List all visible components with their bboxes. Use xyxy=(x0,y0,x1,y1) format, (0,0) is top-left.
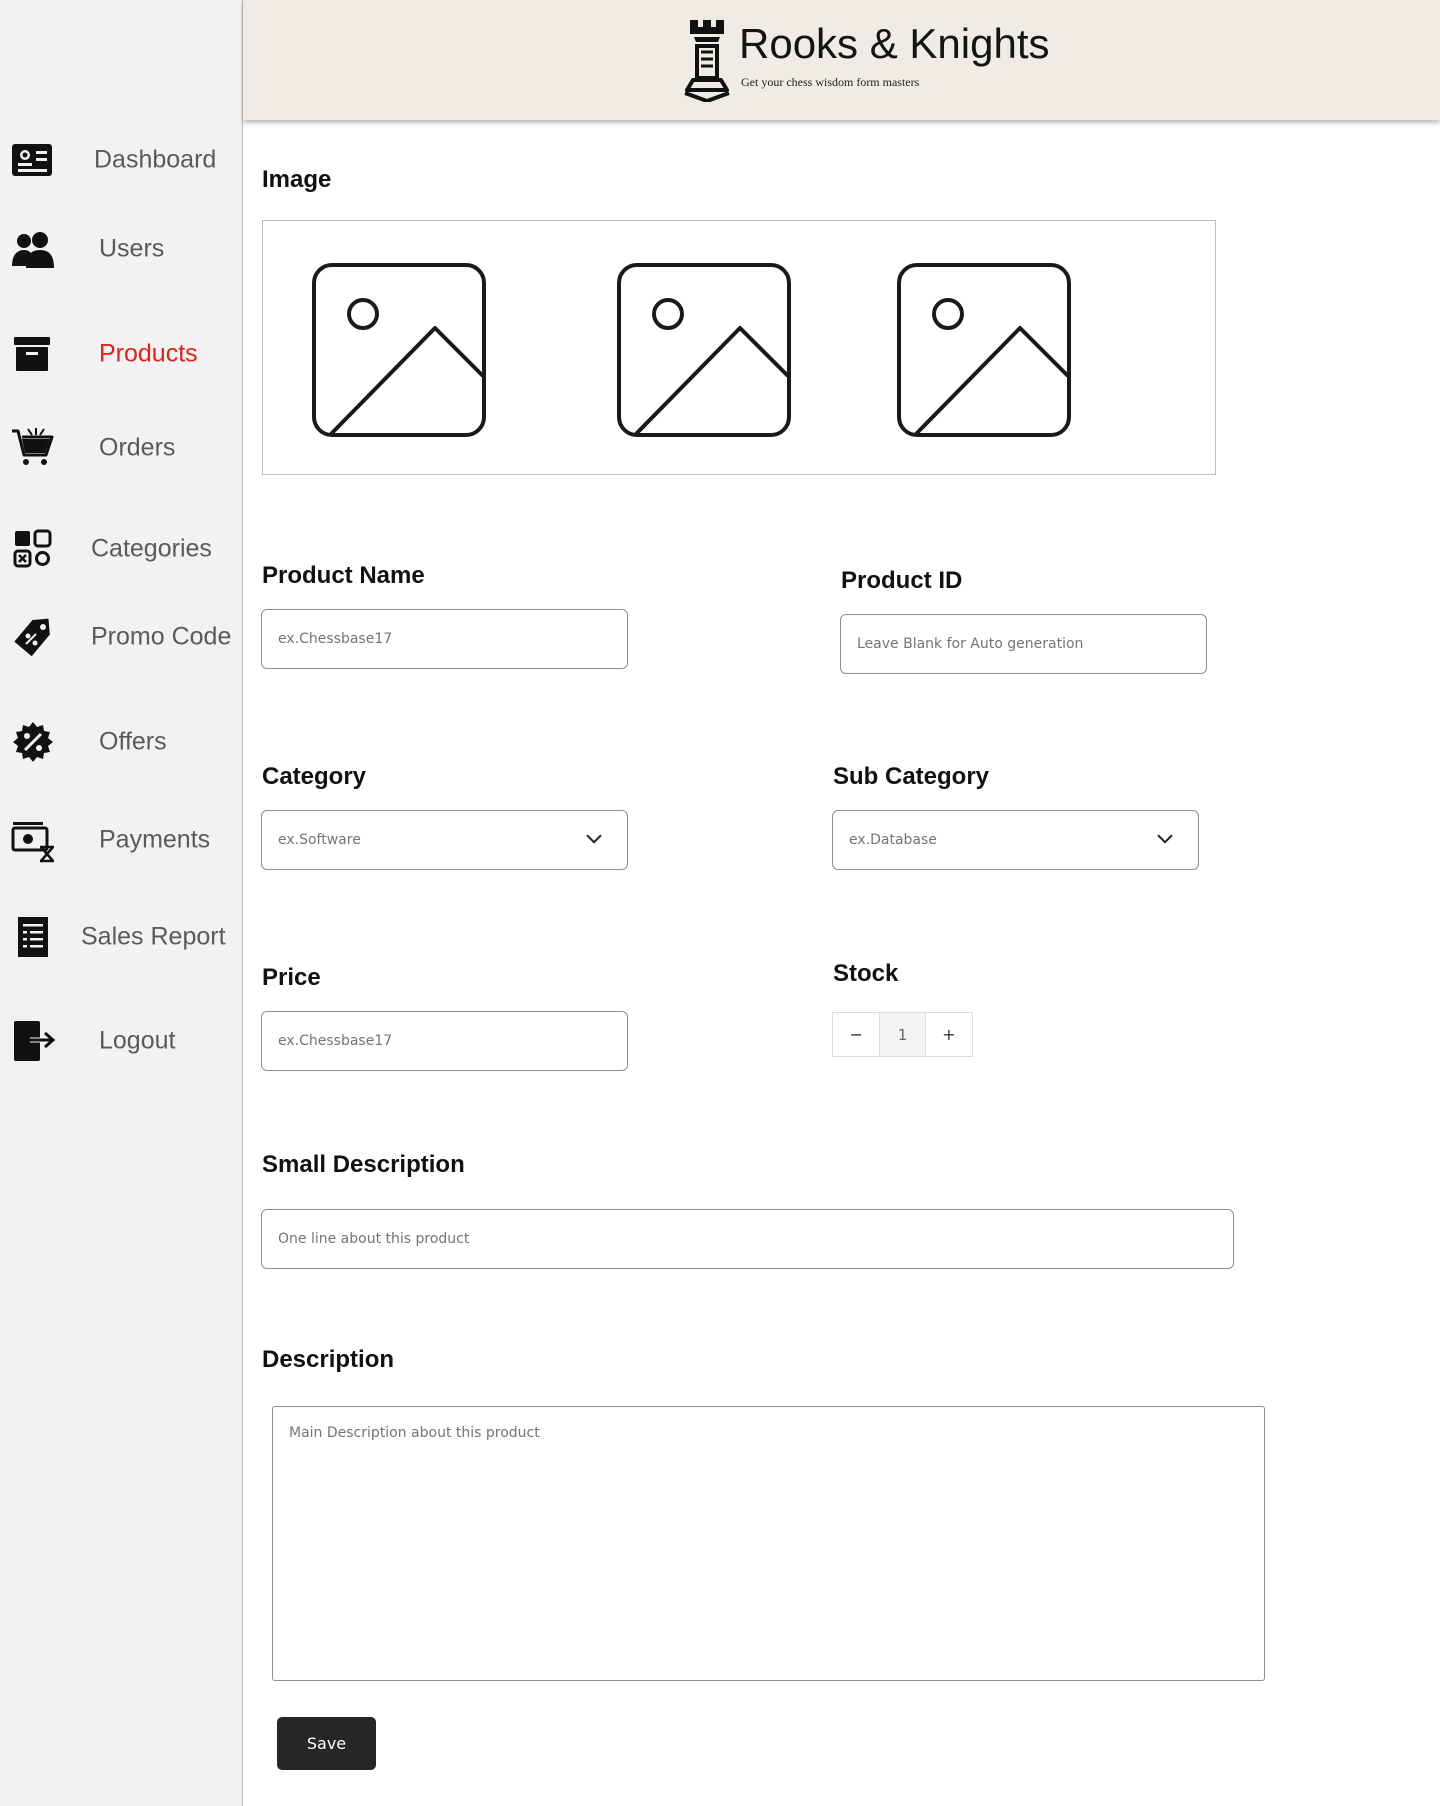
sidebar-item-label: Payments xyxy=(99,825,211,854)
sidebar-item-label: Categories xyxy=(91,534,212,563)
sidebar-item-products[interactable]: Products xyxy=(0,324,243,384)
rook-logo-icon xyxy=(681,18,733,103)
category-label: Category xyxy=(262,763,367,790)
sidebar-item-dashboard[interactable]: Dashboard xyxy=(0,130,243,190)
description-label: Description xyxy=(262,1346,395,1373)
category-value: ex.Software xyxy=(278,832,361,848)
sidebar-item-offers[interactable]: Offers xyxy=(0,712,243,772)
description-textarea[interactable]: Main Description about this product xyxy=(272,1406,1265,1681)
image-placeholder-icon[interactable] xyxy=(311,262,487,438)
sub-category-label: Sub Category xyxy=(833,763,990,790)
sidebar: Dashboard Users Products Orders Categori… xyxy=(0,0,243,1806)
stock-stepper: − 1 + xyxy=(832,1012,973,1057)
price-input[interactable]: ex.Chessbase17 xyxy=(261,1011,628,1071)
increment-button[interactable]: + xyxy=(926,1013,972,1056)
users-icon xyxy=(10,226,56,272)
sidebar-item-payments[interactable]: Payments xyxy=(0,810,243,870)
archive-box-icon xyxy=(10,331,56,377)
product-id-input[interactable]: Leave Blank for Auto generation xyxy=(840,614,1207,674)
sidebar-item-orders[interactable]: Orders xyxy=(0,418,243,478)
sidebar-item-label: Offers xyxy=(99,727,167,756)
categories-grid-icon xyxy=(10,526,56,572)
sidebar-item-label: Products xyxy=(99,339,198,368)
sidebar-item-label: Orders xyxy=(99,433,176,462)
sidebar-item-categories[interactable]: Categories xyxy=(0,519,243,579)
product-name-input[interactable]: ex.Chessbase17 xyxy=(261,609,628,669)
sidebar-item-promo-code[interactable]: Promo Code xyxy=(0,607,243,667)
stock-label: Stock xyxy=(833,960,899,987)
stock-value[interactable]: 1 xyxy=(879,1013,926,1056)
save-button[interactable]: Save xyxy=(277,1717,376,1770)
image-placeholder-icon[interactable] xyxy=(616,262,792,438)
image-upload-area xyxy=(262,220,1216,475)
chevron-down-icon xyxy=(585,829,603,847)
small-description-label: Small Description xyxy=(262,1151,465,1178)
dashboard-icon xyxy=(10,137,56,183)
category-select[interactable]: ex.Software xyxy=(261,810,628,870)
header: Rooks & Knights Get your chess wisdom fo… xyxy=(243,0,1440,120)
logout-icon xyxy=(10,1018,56,1064)
sidebar-item-label: Promo Code xyxy=(91,622,232,651)
sidebar-item-sales-report[interactable]: Sales Report xyxy=(0,907,243,967)
sidebar-item-label: Sales Report xyxy=(81,922,226,951)
sidebar-item-label: Dashboard xyxy=(94,145,217,174)
tag-icon xyxy=(10,614,56,660)
decrement-button[interactable]: − xyxy=(833,1013,879,1056)
sidebar-item-label: Logout xyxy=(99,1026,176,1055)
chevron-down-icon xyxy=(1156,829,1174,847)
discount-badge-icon xyxy=(10,719,56,765)
report-icon xyxy=(10,914,56,960)
image-label: Image xyxy=(262,166,332,193)
sidebar-item-logout[interactable]: Logout xyxy=(0,1011,243,1071)
price-label: Price xyxy=(262,964,321,991)
sidebar-item-label: Users xyxy=(99,234,165,263)
sidebar-item-users[interactable]: Users xyxy=(0,219,243,279)
sub-category-value: ex.Database xyxy=(849,832,937,848)
payment-icon xyxy=(10,817,56,863)
product-id-label: Product ID xyxy=(841,567,963,594)
small-description-input[interactable]: One line about this product xyxy=(261,1209,1234,1269)
sub-category-select[interactable]: ex.Database xyxy=(832,810,1199,870)
image-placeholder-icon[interactable] xyxy=(896,262,1072,438)
brand-name: Rooks & Knights xyxy=(739,20,1050,67)
cart-icon xyxy=(10,425,56,471)
brand-tagline: Get your chess wisdom form masters xyxy=(741,75,920,89)
product-name-label: Product Name xyxy=(262,562,425,589)
